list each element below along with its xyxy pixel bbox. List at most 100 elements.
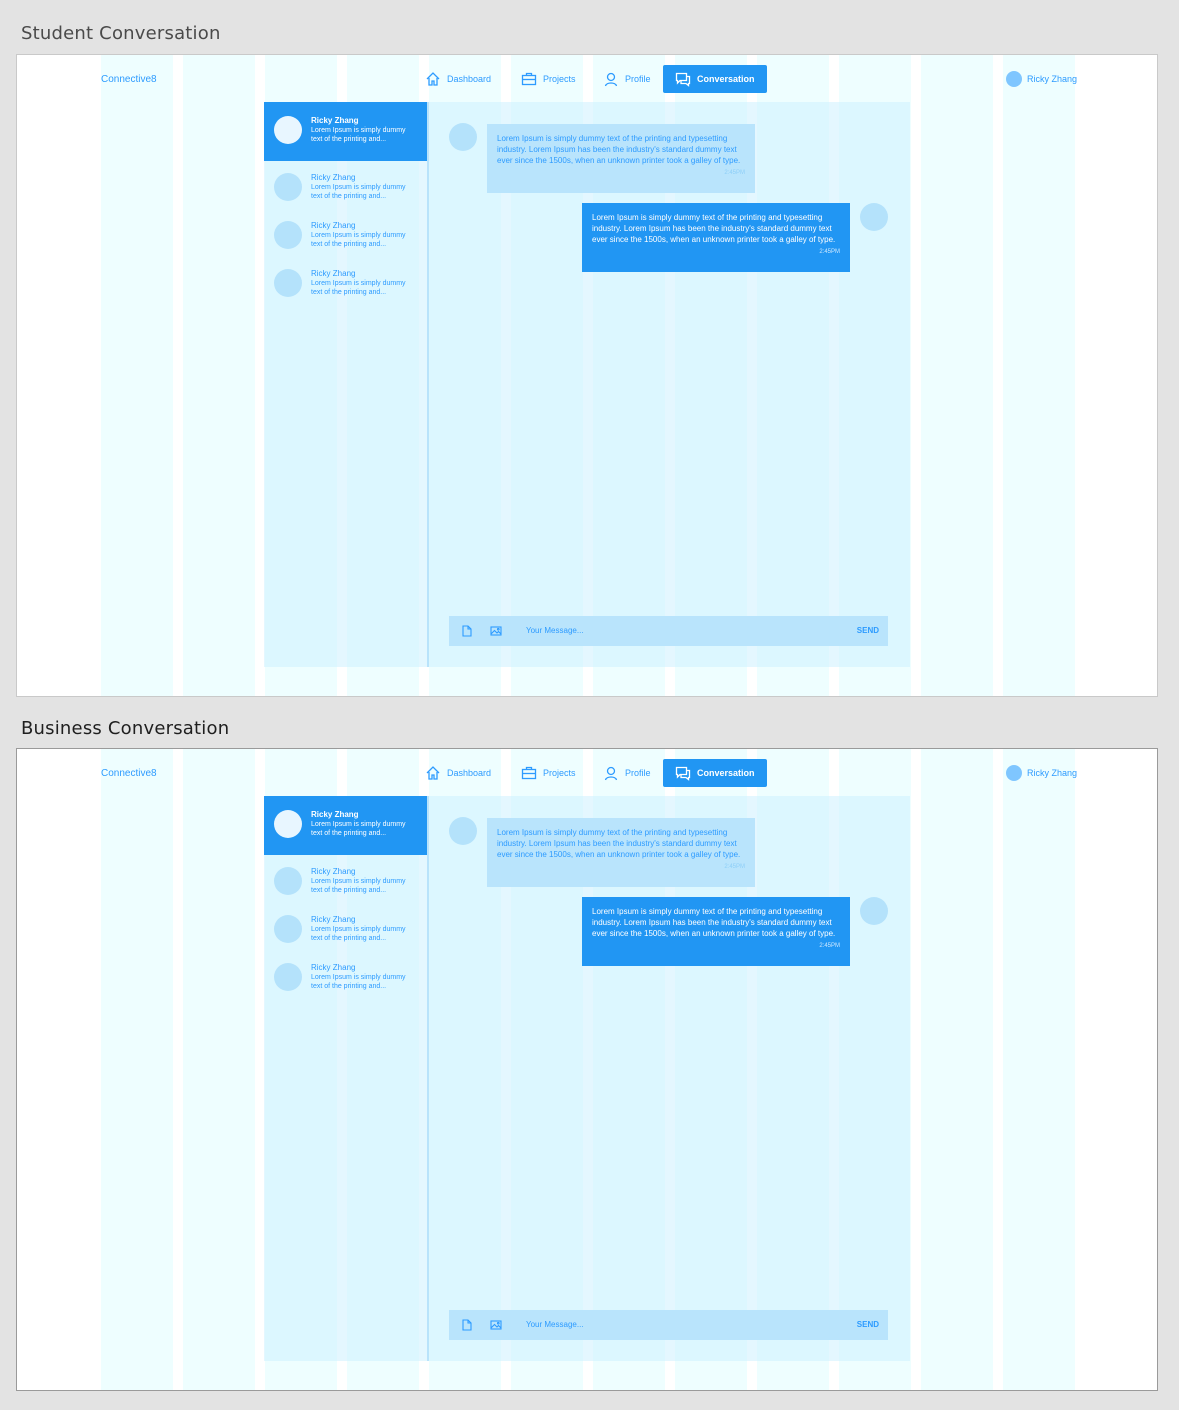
file-icon[interactable] [461, 625, 473, 637]
avatar [1006, 765, 1022, 781]
nav-profile-label: Profile [625, 768, 651, 778]
top-navigation: Connective8 Dashboard Projects Profile C… [17, 749, 1157, 799]
user-name: Ricky Zhang [1027, 74, 1078, 84]
conversation-preview: Lorem Ipsum is simply dummy [311, 127, 406, 134]
home-icon [426, 72, 440, 86]
message-text: Lorem Ipsum is simply dummy text of the … [592, 907, 836, 938]
avatar [274, 173, 302, 201]
user-icon [604, 72, 618, 87]
nav-projects[interactable]: Projects [521, 759, 576, 787]
chat-icon [675, 766, 691, 781]
conversation-panel: Ricky Zhang Lorem Ipsum is simply dummy … [264, 796, 910, 1361]
briefcase-icon [521, 766, 537, 780]
nav-dashboard[interactable]: Dashboard [425, 759, 491, 787]
avatar [860, 203, 888, 231]
artboard-student: Connective8 Dashboard Projects Profile C… [16, 54, 1158, 697]
conversation-preview: Lorem Ipsum is simply dummy [311, 232, 406, 239]
message-outgoing: Lorem Ipsum is simply dummy text of the … [582, 203, 850, 272]
conversation-preview: text of the printing and... [311, 983, 387, 990]
avatar [274, 116, 302, 144]
nav-profile[interactable]: Profile [603, 65, 651, 93]
nav-conversation[interactable]: Conversation [663, 65, 767, 93]
nav-dashboard[interactable]: Dashboard [425, 65, 491, 93]
conversation-name: Ricky Zhang [311, 963, 356, 972]
home-icon [426, 766, 440, 780]
nav-dashboard-label: Dashboard [447, 768, 492, 778]
grid-column [101, 55, 173, 696]
conversation-item[interactable]: Ricky Zhang Lorem Ipsum is simply dummy … [264, 167, 427, 215]
conversation-item[interactable]: Ricky Zhang Lorem Ipsum is simply dummy … [264, 102, 427, 161]
user-name: Ricky Zhang [1027, 768, 1078, 778]
logo[interactable]: Connective8 [101, 768, 157, 779]
message-text: Lorem Ipsum is simply dummy text of the … [497, 828, 741, 859]
conversation-name: Ricky Zhang [311, 221, 356, 230]
nav-profile-label: Profile [625, 74, 651, 84]
message-text: Lorem Ipsum is simply dummy text of the … [592, 213, 836, 244]
grid-column [183, 55, 255, 696]
grid-column [1003, 749, 1075, 1390]
conversation-preview: text of the printing and... [311, 136, 387, 143]
top-navigation: Connective8 Dashboard Projects Profile C… [17, 55, 1157, 105]
conversation-preview: text of the printing and... [311, 830, 387, 837]
grid-column [921, 749, 993, 1390]
message-incoming: Lorem Ipsum is simply dummy text of the … [487, 124, 755, 193]
grid-column [101, 749, 173, 1390]
avatar [274, 221, 302, 249]
send-button[interactable]: SEND [857, 1320, 879, 1329]
conversation-preview: Lorem Ipsum is simply dummy [311, 926, 406, 933]
user-menu[interactable]: Ricky Zhang [1006, 765, 1077, 781]
conversation-preview: Lorem Ipsum is simply dummy [311, 974, 406, 981]
conversation-item[interactable]: Ricky Zhang Lorem Ipsum is simply dummy … [264, 796, 427, 855]
artboard-title-student: Student Conversation [21, 23, 221, 44]
conversation-panel: Ricky Zhang Lorem Ipsum is simply dummy … [264, 102, 910, 667]
conversation-preview: Lorem Ipsum is simply dummy [311, 821, 406, 828]
conversation-item[interactable]: Ricky Zhang Lorem Ipsum is simply dummy … [264, 215, 427, 263]
avatar [274, 963, 302, 991]
logo[interactable]: Connective8 [101, 74, 157, 85]
artboard-business: Connective8 Dashboard Projects Profile C… [16, 748, 1158, 1391]
conversation-preview: text of the printing and... [311, 289, 387, 296]
send-button[interactable]: SEND [857, 626, 879, 635]
grid-column [183, 749, 255, 1390]
avatar [274, 269, 302, 297]
nav-conversation-label: Conversation [697, 74, 755, 84]
message-text: Lorem Ipsum is simply dummy text of the … [497, 134, 741, 165]
conversation-preview: text of the printing and... [311, 193, 387, 200]
avatar [1006, 71, 1022, 87]
conversation-list: Ricky Zhang Lorem Ipsum is simply dummy … [264, 102, 429, 667]
message-time: 2:45PM [819, 943, 840, 949]
nav-conversation[interactable]: Conversation [663, 759, 767, 787]
image-icon[interactable] [490, 1319, 502, 1331]
conversation-name: Ricky Zhang [311, 173, 356, 182]
conversation-name: Ricky Zhang [311, 116, 359, 125]
conversation-preview: text of the printing and... [311, 935, 387, 942]
avatar [449, 123, 477, 151]
conversation-preview: text of the printing and... [311, 887, 387, 894]
conversation-item[interactable]: Ricky Zhang Lorem Ipsum is simply dummy … [264, 957, 427, 1005]
conversation-name: Ricky Zhang [311, 915, 356, 924]
image-icon[interactable] [490, 625, 502, 637]
nav-projects[interactable]: Projects [521, 65, 576, 93]
nav-projects-label: Projects [543, 768, 576, 778]
conversation-name: Ricky Zhang [311, 269, 356, 278]
file-icon[interactable] [461, 1319, 473, 1331]
avatar [274, 867, 302, 895]
avatar [274, 810, 302, 838]
avatar [449, 817, 477, 845]
grid-column [1003, 55, 1075, 696]
conversation-item[interactable]: Ricky Zhang Lorem Ipsum is simply dummy … [264, 909, 427, 957]
message-time: 2:45PM [819, 249, 840, 255]
message-input[interactable]: Your Message... [526, 626, 584, 635]
conversation-item[interactable]: Ricky Zhang Lorem Ipsum is simply dummy … [264, 263, 427, 311]
message-composer: Your Message... SEND [449, 1310, 888, 1340]
conversation-preview: Lorem Ipsum is simply dummy [311, 280, 406, 287]
message-input[interactable]: Your Message... [526, 1320, 584, 1329]
user-menu[interactable]: Ricky Zhang [1006, 71, 1077, 87]
message-composer: Your Message... SEND [449, 616, 888, 646]
nav-profile[interactable]: Profile [603, 759, 651, 787]
conversation-item[interactable]: Ricky Zhang Lorem Ipsum is simply dummy … [264, 861, 427, 909]
message-time: 2:45PM [724, 170, 745, 176]
chat-icon [675, 72, 691, 87]
nav-conversation-label: Conversation [697, 768, 755, 778]
avatar [274, 915, 302, 943]
